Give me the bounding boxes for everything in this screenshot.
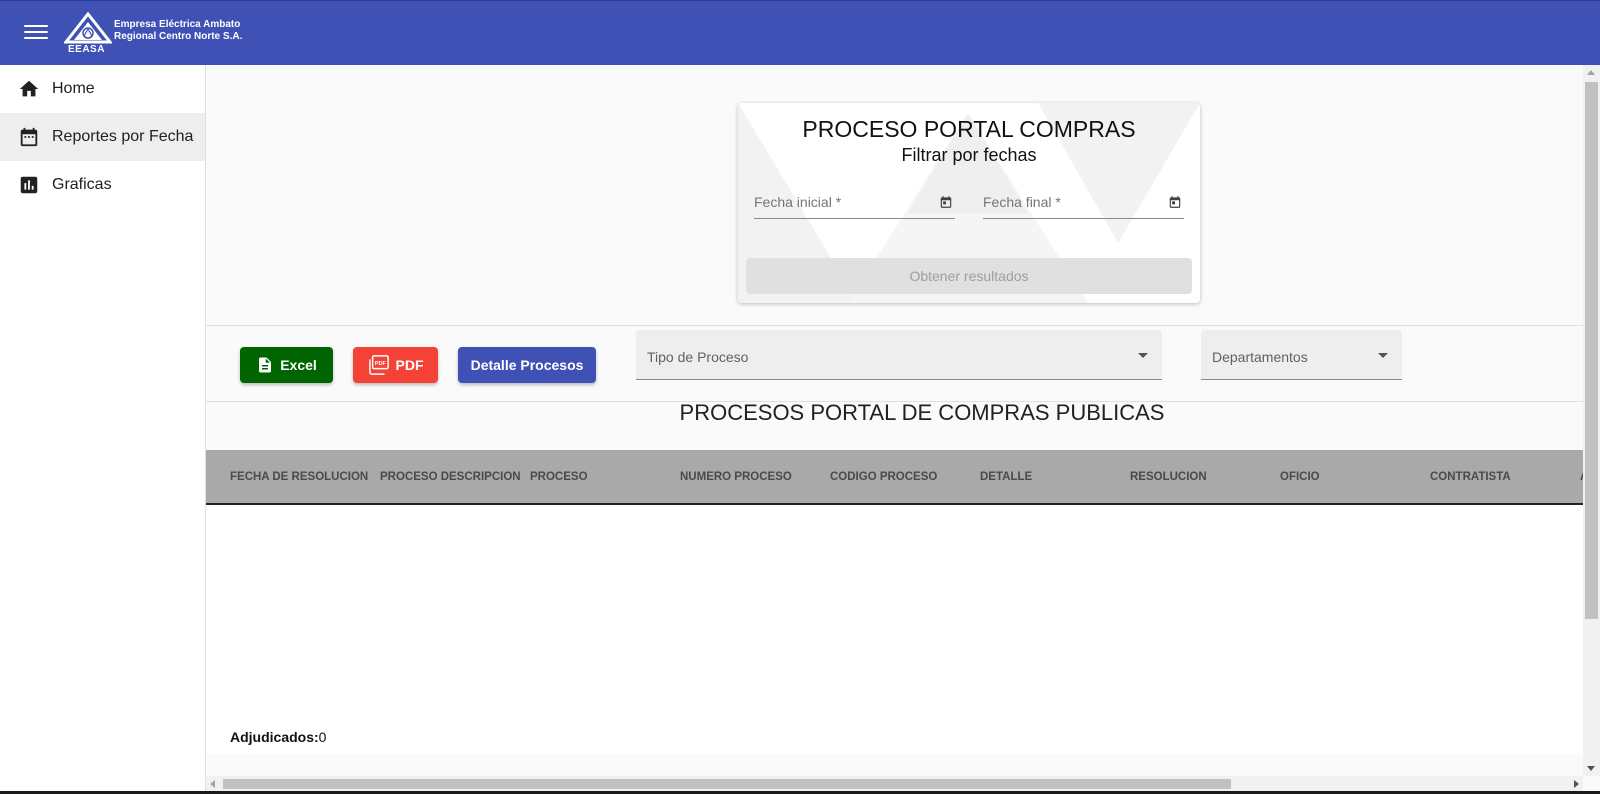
start-date-label: Fecha inicial * (754, 194, 842, 210)
menu-icon[interactable] (22, 21, 50, 45)
departamentos-select[interactable]: Departamentos (1201, 330, 1402, 380)
scroll-down-icon[interactable] (1587, 766, 1595, 771)
detalle-procesos-button[interactable]: Detalle Procesos (458, 347, 596, 383)
main-content: PROCESO PORTAL COMPRAS Filtrar por fecha… (206, 65, 1583, 776)
calendar-picker-icon[interactable] (939, 195, 953, 209)
scrollbar-thumb[interactable] (223, 779, 1231, 789)
tipo-proceso-label: Tipo de Proceso (647, 349, 749, 365)
column-header[interactable]: CONTRATISTA (1430, 471, 1511, 483)
sidebar: Home Reportes por Fecha Graficas (0, 65, 206, 794)
scrollbar-thumb[interactable] (1585, 82, 1598, 619)
sidebar-item-graficas[interactable]: Graficas (0, 161, 205, 209)
calendar-icon (20, 127, 38, 147)
excel-export-button[interactable]: Excel (240, 347, 333, 383)
svg-text:PDF: PDF (374, 361, 386, 367)
adjudicados-count: Adjudicados:0 (230, 729, 326, 745)
company-name-line1: Empresa Eléctrica Ambato (114, 19, 241, 30)
pdf-icon: PDF (368, 355, 389, 375)
column-header[interactable]: CODIGO PROCESO (830, 471, 937, 483)
column-header[interactable]: DETALLE (980, 471, 1032, 483)
adjudicados-label: Adjudicados: (230, 729, 319, 745)
column-header[interactable]: RESOLUCION (1130, 471, 1207, 483)
home-icon (19, 80, 39, 97)
company-name-line2: Regional Centro Norte S.A. (114, 31, 243, 42)
start-date-field[interactable]: Fecha inicial * (754, 191, 955, 219)
adjudicados-value: 0 (318, 729, 327, 745)
sidebar-item-home[interactable]: Home (0, 65, 205, 113)
table-body (206, 505, 1583, 755)
column-header[interactable]: OFICIO (1280, 471, 1320, 483)
card-title: PROCESO PORTAL COMPRAS (802, 116, 1136, 142)
card-subtitle: Filtrar por fechas (901, 145, 1037, 165)
company-name: Empresa Eléctrica Ambato Regional Centro… (114, 19, 242, 43)
column-header[interactable]: FECHA DE RESOLUCION (230, 471, 368, 483)
tipo-proceso-select[interactable]: Tipo de Proceso (636, 330, 1162, 380)
scroll-up-icon[interactable] (1587, 70, 1595, 75)
table-header: FECHA DE RESOLUCION PROCESO DESCRIPCION … (206, 450, 1583, 505)
dropdown-arrow-icon (1378, 353, 1388, 358)
sidebar-item-label: Home (52, 80, 95, 97)
top-app-bar: EEASA Empresa Eléctrica Ambato Regional … (0, 0, 1600, 65)
pdf-button-label: PDF (395, 357, 424, 373)
table-title: PROCESOS PORTAL DE COMPRAS PUBLICAS (679, 400, 1165, 425)
calendar-picker-icon[interactable] (1168, 195, 1182, 209)
scroll-left-icon[interactable] (210, 780, 215, 788)
date-filter-card: PROCESO PORTAL COMPRAS Filtrar por fecha… (738, 103, 1200, 303)
document-icon (259, 357, 272, 373)
pdf-export-button[interactable]: PDF PDF (353, 347, 438, 383)
dropdown-arrow-icon (1138, 353, 1148, 358)
sidebar-item-reportes-por-fecha[interactable]: Reportes por Fecha (0, 113, 205, 161)
end-date-field[interactable]: Fecha final * (983, 191, 1184, 219)
end-date-label: Fecha final * (983, 194, 1061, 210)
bar-chart-icon (20, 176, 38, 194)
logo-acronym: EEASA (68, 44, 105, 55)
scroll-right-icon[interactable] (1574, 780, 1579, 788)
horizontal-scrollbar[interactable] (206, 776, 1583, 791)
column-header[interactable]: PROCESO (530, 471, 588, 483)
vertical-scrollbar[interactable] (1583, 65, 1600, 776)
divider (206, 325, 1583, 326)
sidebar-item-label: Reportes por Fecha (52, 128, 194, 145)
column-header[interactable]: NUMERO PROCESO (680, 471, 792, 483)
get-results-button[interactable]: Obtener resultados (746, 258, 1192, 294)
sidebar-item-label: Graficas (52, 176, 112, 193)
departamentos-label: Departamentos (1212, 349, 1308, 365)
excel-button-label: Excel (280, 357, 317, 373)
column-header[interactable]: PROCESO DESCRIPCION (380, 471, 521, 483)
